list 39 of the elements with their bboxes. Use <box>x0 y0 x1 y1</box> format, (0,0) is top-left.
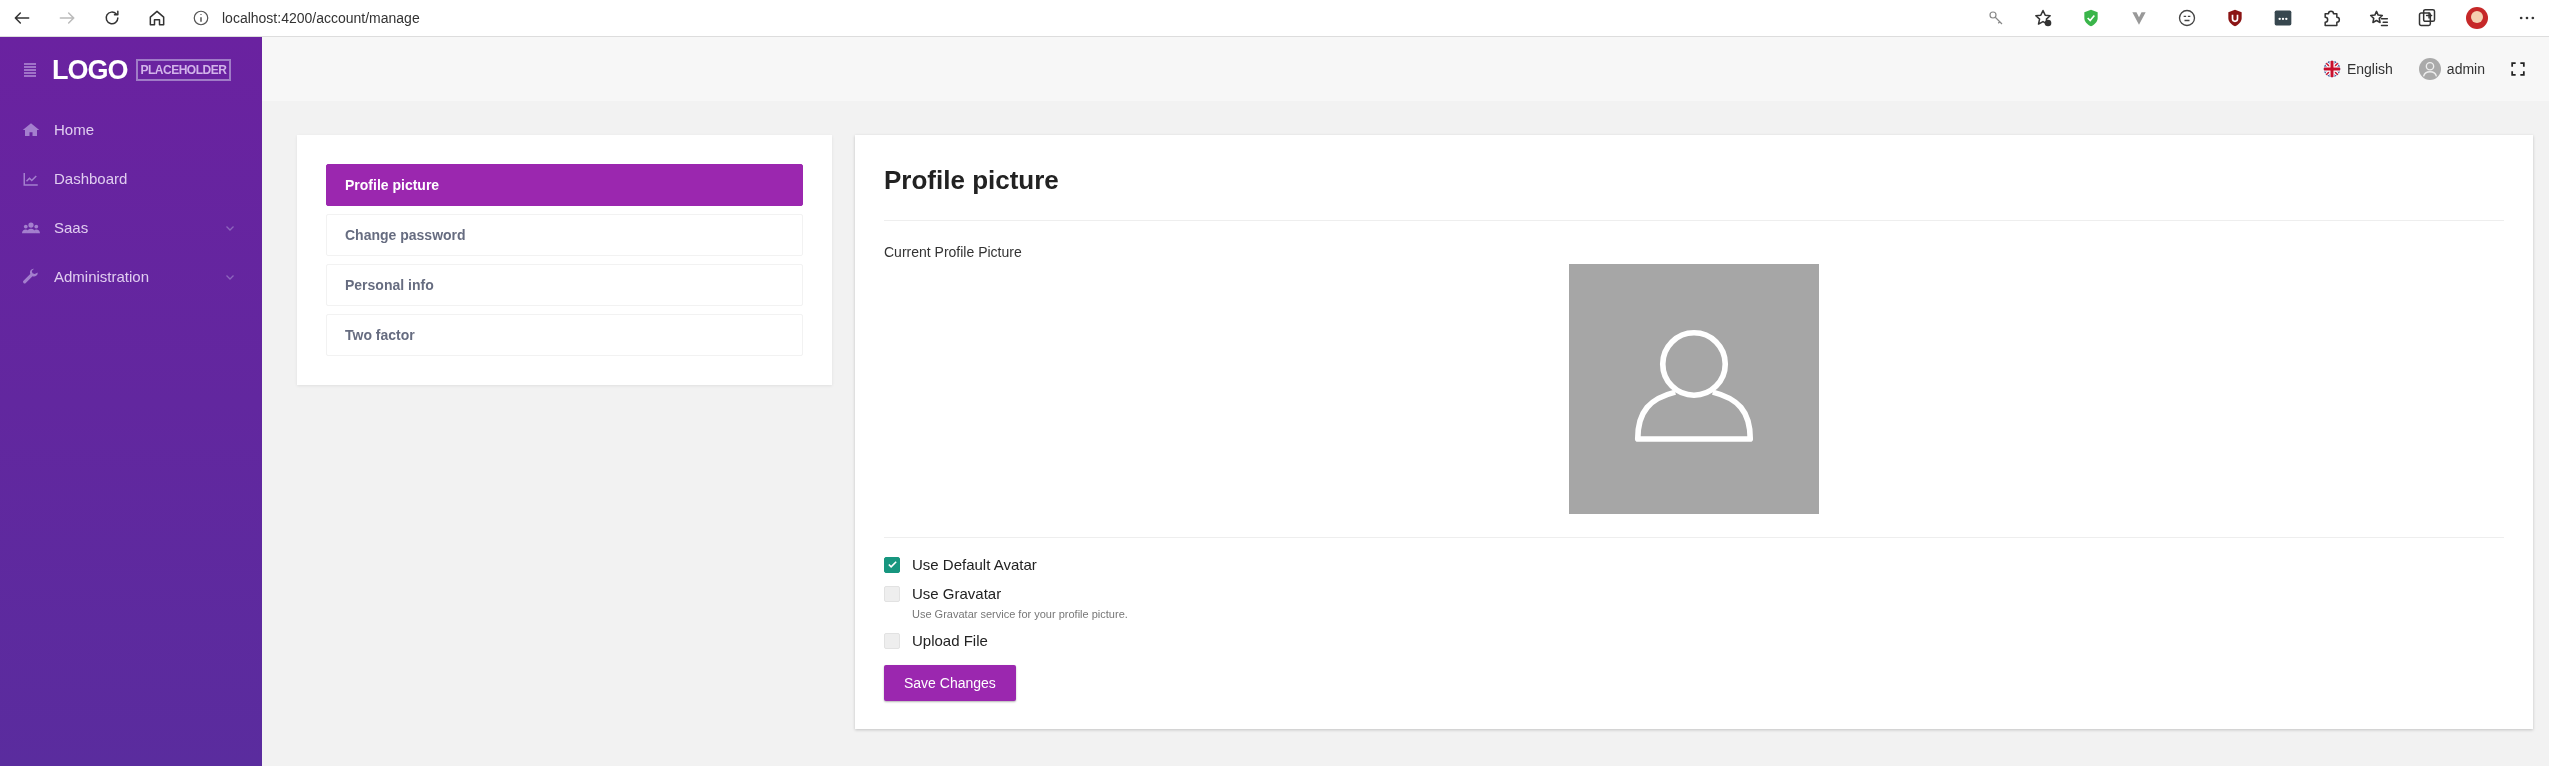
favorites-icon[interactable] <box>2369 8 2389 28</box>
sidebar-item[interactable]: Dashboard <box>22 154 262 203</box>
account-menu-tab[interactable]: Change password <box>326 214 803 256</box>
fullscreen-icon[interactable] <box>2511 62 2525 76</box>
language-selector[interactable]: English <box>2322 60 2393 78</box>
mask-icon[interactable] <box>2177 8 2197 28</box>
wrench-icon <box>22 267 40 286</box>
account-menu-tab[interactable]: Personal info <box>326 264 803 306</box>
checkbox-label[interactable]: Upload File <box>912 632 988 649</box>
star-add-icon[interactable] <box>2033 8 2053 28</box>
help-text: Use Gravatar service for your profile picture. <box>912 608 1129 620</box>
address-bar[interactable]: localhost:4200/account/manage <box>222 10 420 26</box>
info-icon[interactable] <box>192 9 210 27</box>
shield-icon[interactable] <box>2081 8 2101 28</box>
checkbox-label[interactable]: Use Default Avatar <box>912 556 1037 573</box>
field-label: Current Profile Picture <box>884 244 1023 260</box>
checkbox[interactable] <box>884 556 900 573</box>
sidebar-item[interactable]: Administration <box>22 252 262 301</box>
puzzle-icon[interactable] <box>2321 8 2341 28</box>
account-menu-tab[interactable]: Profile picture <box>326 164 803 206</box>
flag-icon <box>2322 60 2341 78</box>
avatar-icon <box>2418 58 2441 80</box>
sidebar-item[interactable]: Home <box>22 105 262 154</box>
checkbox-label[interactable]: Use Gravatar <box>912 585 1002 602</box>
menu-icon[interactable] <box>22 62 38 78</box>
logo-text: LOGO <box>52 54 128 86</box>
logo-tag: PLACEHOLDER <box>135 59 232 81</box>
checkmark-icon <box>886 559 898 570</box>
password-dots-icon[interactable] <box>2273 8 2293 28</box>
save-button[interactable]: Save Changes <box>884 665 1016 701</box>
home-icon[interactable] <box>147 8 167 28</box>
key-icon[interactable] <box>1987 9 2005 27</box>
account-menu-tab[interactable]: Two factor <box>326 314 803 356</box>
profile-avatar-icon[interactable] <box>2465 6 2489 30</box>
ublock-shield-icon[interactable] <box>2225 8 2245 28</box>
sidebar-item[interactable]: Saas <box>22 203 262 252</box>
user-menu[interactable]: admin <box>2418 58 2485 80</box>
panel-title: Profile picture <box>884 135 2504 221</box>
collections-icon[interactable] <box>2417 8 2437 28</box>
